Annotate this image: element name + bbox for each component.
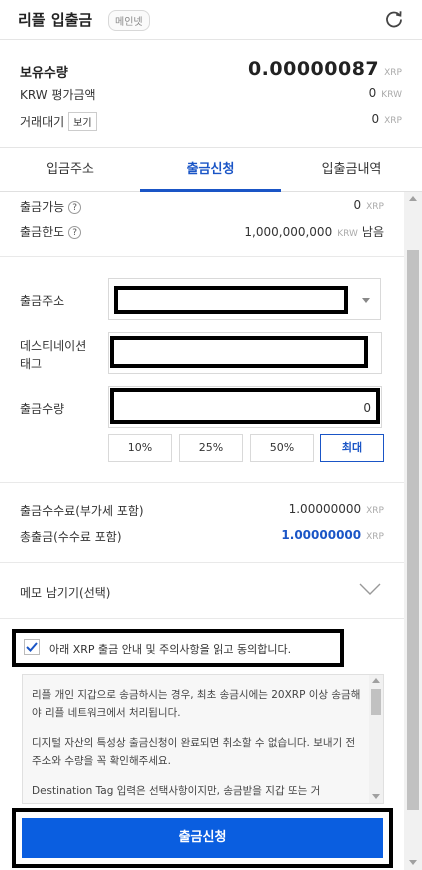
address-redaction [114,286,348,314]
limit-unit: KRW [337,229,358,239]
tab-bar: 입금주소 출금신청 입출금내역 [0,148,422,192]
divider [0,482,404,483]
krw-unit: KRW [381,90,402,100]
limit-label: 출금한도 [20,225,65,239]
total-row: 총출금(수수료 포함) 1.00000000 XRP [20,528,384,548]
divider [0,562,404,563]
holding-row: 보유수량 0.00000087 XRP [20,58,402,82]
address-dropdown-button[interactable] [353,278,381,320]
krw-row: KRW 평가금액 0 KRW [20,86,402,106]
total-value: 1.00000000 [281,528,362,542]
network-badge: 메인넷 [108,10,150,31]
limit-row: 출금한도? 1,000,000,000 KRW 남음 [20,223,384,243]
amount-label: 출금수량 [20,402,65,416]
page-scroll-thumb[interactable] [407,250,419,810]
tab-deposit-address[interactable]: 입금주소 [0,148,140,192]
holding-unit: XRP [384,68,402,78]
krw-value: 0 [368,86,377,100]
tab-history[interactable]: 입출금내역 [281,148,422,192]
help-icon[interactable]: ? [68,226,82,239]
fee-row: 출금수수료(부가세 포함) 1.00000000 XRP [20,502,384,522]
checkbox-checked-icon[interactable] [24,639,40,655]
total-label: 총출금(수수료 포함) [20,530,122,544]
address-label: 출금주소 [20,294,65,308]
page-scrollbar[interactable] [404,192,422,870]
withdraw-form-area: 출금가능? 0 XRP 출금한도? 1,000,000,000 KRW 남음 출금주소… [0,192,404,870]
divider [0,618,404,619]
submit-highlight: 출금신청 [12,808,393,868]
amount-redaction [110,388,380,424]
krw-label: KRW 평가금액 [20,88,96,102]
notice-paragraph: 리플 개인 지갑으로 송금하시는 경우, 최초 송금시에는 20XRP 이상 송… [32,689,361,719]
memo-toggle-label[interactable]: 메모 남기기(선택) [20,584,110,601]
refresh-icon[interactable] [384,9,404,29]
percent-50-button[interactable]: 50% [250,434,314,462]
notice-scroll-thumb[interactable] [371,689,381,715]
header: 리플 입출금 메인넷 [0,0,422,40]
percent-10-button[interactable]: 10% [108,434,172,462]
available-value: 0 [353,198,362,212]
help-icon[interactable]: ? [68,201,82,214]
pending-view-button[interactable]: 보기 [68,112,97,131]
max-button[interactable]: 최대 [320,434,384,462]
available-row: 출금가능? 0 XRP [20,198,384,218]
notice-paragraph: 디지털 자산의 특성상 출금신청이 완료되면 취소할 수 없습니다. 보내기 전… [32,737,356,767]
withdraw-submit-button[interactable]: 출금신청 [22,818,383,858]
total-unit: XRP [366,532,384,542]
limit-suffix: 남음 [361,225,384,239]
chevron-down-icon[interactable] [358,582,382,596]
balance-summary: 보유수량 0.00000087 XRP KRW 평가금액 0 KRW 거래대기 보기 … [0,40,422,148]
destination-tag-label: 데스티네이션 태그 [20,339,87,371]
pending-value: 0 [371,112,380,126]
scroll-down-icon[interactable] [372,794,380,799]
pending-row: 거래대기 보기 0 XRP [20,112,402,132]
scroll-down-icon[interactable] [409,860,417,865]
page-title: 리플 입출금 [18,11,93,29]
fee-value: 1.00000000 [288,502,362,516]
scroll-up-icon[interactable] [409,196,417,201]
notice-paragraph: Destination Tag 입력은 선택사항이지만, 송금받을 지갑 또는 … [32,785,321,797]
fee-unit: XRP [366,506,384,516]
agreement-text: 아래 XRP 출금 안내 및 주의사항을 읽고 동의합니다. [49,643,292,656]
divider [0,256,404,257]
tab-withdraw-request[interactable]: 출금신청 [140,148,281,192]
holding-label: 보유수량 [20,66,68,81]
notice-box: 리플 개인 지갑으로 송금하시는 경우, 최초 송금시에는 20XRP 이상 송… [22,674,384,804]
available-unit: XRP [366,202,384,212]
agreement-checkbox[interactable]: 아래 XRP 출금 안내 및 주의사항을 읽고 동의합니다. [12,629,344,667]
notice-scrollbar[interactable] [369,675,383,803]
chevron-down-icon [362,298,370,303]
percent-25-button[interactable]: 25% [179,434,243,462]
scroll-up-icon[interactable] [372,678,380,683]
pending-unit: XRP [384,116,402,126]
pending-label: 거래대기 [20,115,65,129]
holding-value: 0.00000087 [247,58,380,80]
available-label: 출금가능 [20,200,65,214]
limit-value: 1,000,000,000 [244,225,333,239]
fee-label: 출금수수료(부가세 포함) [20,504,144,518]
destination-tag-redaction [110,336,368,368]
